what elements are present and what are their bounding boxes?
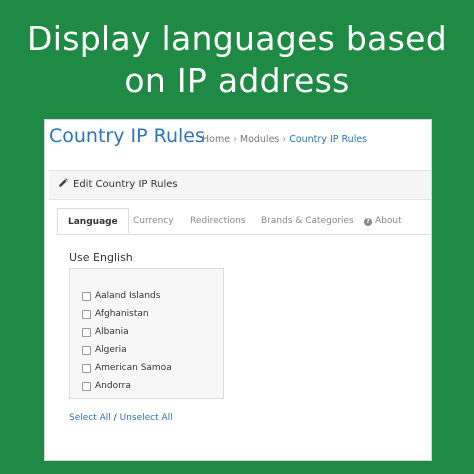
promo-headline: Display languages based on IP address: [0, 18, 474, 102]
panel-heading-title: Edit Country IP Rules: [73, 179, 178, 190]
tab-brands-categories[interactable]: Brands & Categories: [261, 208, 354, 234]
country-list: Aaland Islands Afghanistan Albania Alger…: [82, 287, 172, 398]
list-item[interactable]: Albania: [82, 323, 172, 341]
list-item[interactable]: Algeria: [82, 341, 172, 359]
use-language-label: Use English: [69, 251, 133, 264]
link-separator: /: [113, 413, 117, 423]
admin-window: Country IP Rules Home › Modules › Country IP…: [44, 119, 432, 461]
country-checkbox[interactable]: [82, 327, 91, 337]
country-name: Andorra: [95, 381, 131, 391]
page-title: Country IP Rules: [49, 125, 205, 147]
breadcrumb-current[interactable]: Country IP Rules: [289, 134, 367, 145]
country-checkbox[interactable]: [82, 363, 91, 373]
panel-heading: Edit Country IP Rules: [49, 170, 431, 200]
country-list-box[interactable]: Aaland Islands Afghanistan Albania Alger…: [69, 268, 224, 399]
pencil-icon: [58, 178, 68, 191]
select-all-link[interactable]: Select All: [69, 413, 111, 423]
list-item[interactable]: Afghanistan: [82, 305, 172, 323]
breadcrumb: Home › Modules › Country IP Rules: [202, 134, 367, 145]
selection-links: Select All / Unselect All: [69, 413, 173, 423]
list-item-partial[interactable]: [82, 395, 172, 398]
country-checkbox[interactable]: [82, 345, 91, 355]
country-checkbox[interactable]: [82, 381, 91, 391]
breadcrumb-home[interactable]: Home: [202, 134, 230, 145]
list-item[interactable]: Andorra: [82, 377, 172, 395]
tab-redirections[interactable]: Redirections: [190, 208, 246, 234]
tab-about-label: About: [375, 216, 402, 226]
unselect-all-link[interactable]: Unselect All: [120, 413, 173, 423]
headline-line-2: on IP address: [124, 61, 350, 100]
page-header: Country IP Rules Home › Modules › Country IP…: [45, 120, 431, 158]
country-name: Afghanistan: [95, 309, 149, 319]
tab-bar: Language Currency Redirections Brands & …: [57, 208, 431, 235]
country-name: American Samoa: [95, 363, 172, 373]
question-circle-icon: ?: [364, 218, 372, 226]
country-name: Aaland Islands: [95, 291, 161, 301]
tab-language[interactable]: Language: [57, 208, 129, 234]
country-name: Algeria: [95, 345, 127, 355]
country-checkbox[interactable]: [82, 309, 91, 319]
tab-currency[interactable]: Currency: [133, 208, 174, 234]
list-item[interactable]: American Samoa: [82, 359, 172, 377]
list-item[interactable]: Aaland Islands: [82, 287, 172, 305]
breadcrumb-separator: ›: [282, 134, 287, 145]
tab-about[interactable]: ? About: [364, 208, 402, 234]
breadcrumb-modules[interactable]: Modules: [240, 134, 280, 145]
country-checkbox[interactable]: [82, 291, 91, 301]
country-name: Albania: [95, 327, 129, 337]
breadcrumb-separator: ›: [233, 134, 237, 145]
headline-line-1: Display languages based: [27, 19, 447, 58]
